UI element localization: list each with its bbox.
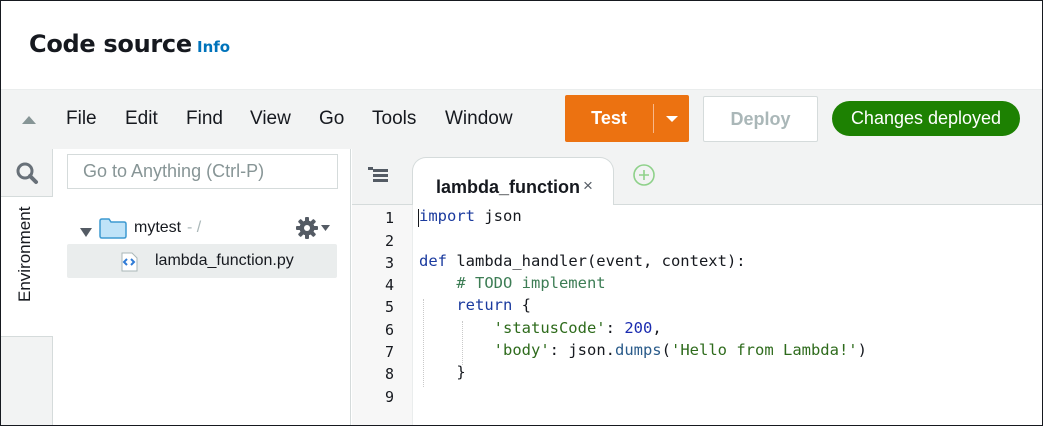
tab-list-menu-icon[interactable] (368, 166, 390, 189)
ide-left-rail: Environment (1, 149, 53, 425)
line-number: 9 (384, 388, 394, 406)
folder-name: mytest (134, 219, 182, 236)
menu-view[interactable]: View (250, 108, 291, 130)
tab-lambda-function[interactable]: lambda_function × (412, 157, 614, 205)
goto-anything-input[interactable] (67, 154, 338, 189)
code-line-5: return { (456, 296, 531, 314)
info-link[interactable]: Info (197, 38, 230, 56)
code-line-8: } (456, 363, 466, 381)
environment-tab-label: Environment (15, 207, 34, 303)
line-number: 3 (384, 254, 394, 272)
menu-window[interactable]: Window (445, 108, 513, 130)
gear-icon[interactable] (296, 217, 330, 239)
folder-icon (99, 217, 127, 244)
code-line-3: def lambda_handler(event, context): (419, 252, 746, 270)
code-line-7: 'body': json.dumps('Hello from Lambda!') (493, 341, 867, 359)
file-name: lambda_function.py (155, 252, 294, 269)
line-number-gutter: 1 2 3 4 5 6 7 8 9 (352, 205, 413, 425)
line-number: 1 (384, 209, 394, 227)
line-number: 4 (384, 276, 394, 294)
close-tab-icon[interactable]: × (583, 177, 593, 195)
menu-find[interactable]: Find (186, 108, 223, 130)
expand-triangle-icon[interactable] (80, 224, 92, 242)
menu-tools[interactable]: Tools (372, 108, 416, 130)
test-dropdown-caret-icon[interactable] (654, 95, 689, 142)
folder-path: - / (187, 219, 202, 236)
status-badge: Changes deployed (832, 101, 1020, 136)
deploy-button[interactable]: Deploy (703, 96, 818, 142)
test-split-button: Test (565, 95, 689, 142)
code-line-4: # TODO implement (456, 274, 606, 292)
tab-label: lambda_function (436, 177, 581, 197)
line-number: 5 (384, 298, 394, 316)
file-tree-panel: mytest - / (53, 149, 351, 425)
code-editor: lambda_function × 1 2 3 4 5 6 7 8 9 impo… (352, 149, 1042, 425)
editor-tabbar: lambda_function × (352, 149, 1042, 205)
ide-menubar: File Edit Find View Go Tools Window Test… (1, 89, 1042, 149)
page-title: Code source (29, 30, 192, 58)
add-tab-icon[interactable] (632, 163, 656, 192)
file-row-selected[interactable]: lambda_function.py (67, 244, 337, 278)
search-icon[interactable] (1, 149, 53, 197)
panel-header: Code source Info (1, 1, 1042, 89)
code-source-panel: Code source Info File Edit Find View Go … (0, 0, 1043, 426)
test-button[interactable]: Test (565, 95, 653, 142)
collapse-up-icon[interactable] (18, 112, 40, 128)
python-file-icon (119, 252, 139, 277)
menu-file[interactable]: File (66, 108, 97, 130)
code-line-6: 'statusCode': 200, (493, 319, 662, 337)
folder-row[interactable]: mytest - / (53, 213, 351, 243)
code-area[interactable]: import json def lambda_handler(event, co… (413, 205, 1042, 425)
line-number: 2 (384, 232, 394, 250)
line-number: 8 (384, 365, 394, 383)
line-number: 6 (384, 321, 394, 339)
line-number: 7 (384, 343, 394, 361)
menu-go[interactable]: Go (319, 108, 344, 130)
code-line-1: import json (419, 207, 522, 225)
menu-edit[interactable]: Edit (125, 108, 158, 130)
environment-tab[interactable]: Environment (1, 197, 53, 337)
